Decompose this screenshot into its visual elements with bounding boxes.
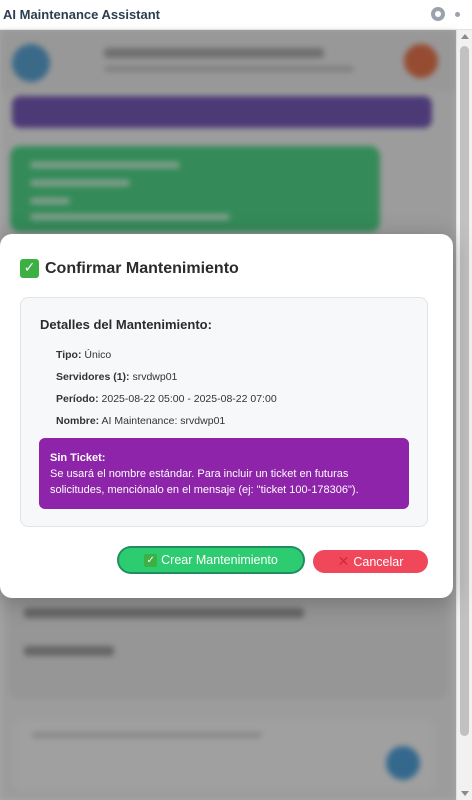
detail-label: Nombre: bbox=[56, 415, 100, 427]
detail-value: srvdwp01 bbox=[132, 371, 178, 383]
gear-icon[interactable] bbox=[431, 7, 445, 21]
dialog-title: ✓ Confirmar Mantenimiento bbox=[20, 259, 239, 278]
notice-text: Se usará el nombre estándar. Para inclui… bbox=[50, 468, 359, 496]
dialog-title-text: Confirmar Mantenimiento bbox=[45, 259, 239, 277]
create-button-label: Crear Mantenimiento bbox=[161, 553, 278, 567]
detail-row-type: Tipo: Único bbox=[56, 349, 111, 361]
detail-value: 2025-08-22 05:00 - 2025-08-22 07:00 bbox=[101, 393, 277, 405]
detail-value: Único bbox=[84, 349, 112, 361]
no-ticket-notice: Sin Ticket: Se usará el nombre estándar.… bbox=[39, 438, 409, 509]
create-maintenance-button[interactable]: ✓ Crear Mantenimiento bbox=[119, 548, 303, 572]
detail-label: Tipo: bbox=[56, 349, 82, 361]
detail-row-servers: Servidores (1): srvdwp01 bbox=[56, 371, 177, 383]
detail-value: AI Maintenance: srvdwp01 bbox=[101, 415, 226, 427]
check-mark-icon: ✓ bbox=[20, 259, 39, 278]
confirm-maintenance-dialog: ✓ Confirmar Mantenimiento Detalles del M… bbox=[0, 234, 453, 598]
scrollbar[interactable] bbox=[456, 30, 472, 800]
cancel-button-label: Cancelar bbox=[353, 554, 404, 569]
cancel-button[interactable]: ✕ Cancelar bbox=[313, 550, 428, 573]
detail-label: Período: bbox=[56, 393, 99, 405]
maintenance-details: Detalles del Mantenimiento: Tipo: Único … bbox=[20, 297, 428, 527]
scroll-up-arrow-icon[interactable] bbox=[461, 34, 469, 39]
details-title: Detalles del Mantenimiento: bbox=[40, 317, 212, 332]
scroll-down-arrow-icon[interactable] bbox=[461, 791, 469, 796]
detail-row-name: Nombre: AI Maintenance: srvdwp01 bbox=[56, 415, 225, 427]
scroll-thumb[interactable] bbox=[460, 46, 469, 736]
titlebar-icons bbox=[431, 7, 460, 21]
notice-title: Sin Ticket: bbox=[50, 452, 106, 464]
window-title: AI Maintenance Assistant bbox=[3, 7, 161, 22]
check-mark-icon: ✓ bbox=[144, 553, 158, 567]
x-mark-icon: ✕ bbox=[337, 553, 350, 570]
detail-label: Servidores (1): bbox=[56, 371, 130, 383]
window-titlebar: AI Maintenance Assistant bbox=[0, 0, 472, 30]
detail-row-period: Período: 2025-08-22 05:00 - 2025-08-22 0… bbox=[56, 393, 277, 405]
more-icon[interactable] bbox=[455, 11, 460, 17]
